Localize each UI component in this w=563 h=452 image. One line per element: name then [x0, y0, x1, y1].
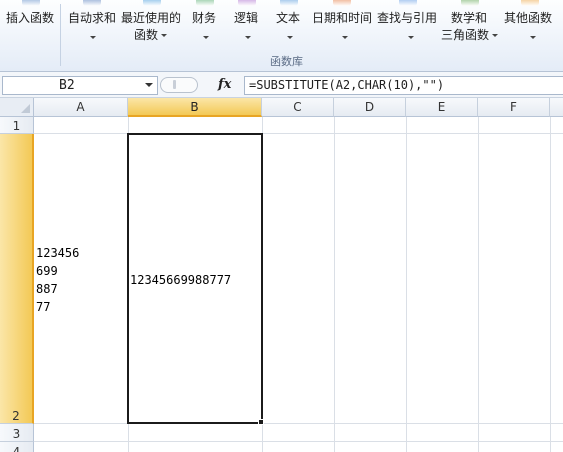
row-header-3[interactable]: 3	[0, 424, 34, 442]
gridline	[478, 117, 479, 452]
date-time-label: 日期和时间	[312, 11, 373, 25]
chevron-down-icon	[408, 36, 414, 39]
autosum-label: 自动求和	[68, 11, 117, 25]
gridline	[406, 117, 407, 452]
name-box[interactable]: B2	[2, 76, 158, 95]
formula-bar-controls: fx	[160, 76, 242, 95]
ribbon-formulas: 插入函数 自动求和 最近使用的 函数 财务 逻辑 文本 日期和时间 查找与引用	[0, 0, 563, 72]
cell-a2[interactable]: 123456 699 887 77	[36, 244, 79, 316]
insert-function-fx-icon[interactable]: fx	[218, 76, 231, 94]
row-header-3-label: 3	[12, 427, 21, 441]
resize-handle[interactable]	[160, 77, 198, 93]
fill-handle[interactable]	[258, 419, 264, 425]
book-icon	[143, 0, 161, 6]
chevron-down-icon	[530, 36, 536, 39]
chevron-down-icon	[161, 34, 168, 37]
name-box-dropdown-icon[interactable]	[145, 83, 153, 87]
gridline	[34, 133, 563, 134]
name-box-value: B2	[59, 78, 75, 93]
math-trig-label: 数学和	[451, 11, 488, 25]
text-label: 文本	[276, 11, 301, 25]
column-header-f[interactable]: F	[478, 98, 550, 117]
chevron-down-icon	[492, 34, 499, 37]
more-functions-book-icon	[521, 0, 539, 6]
row-header-1[interactable]: 1	[0, 117, 34, 134]
insert-function-icon	[22, 0, 40, 6]
gridline	[34, 423, 563, 424]
column-header-a[interactable]: A	[34, 98, 128, 117]
chevron-down-icon	[203, 36, 209, 39]
formula-bar: B2 fx =SUBSTITUTE(A2,CHAR(10),"")	[0, 72, 563, 98]
logical-book-icon	[238, 0, 256, 6]
logical-label: 逻辑	[234, 11, 259, 25]
date-time-book-icon	[333, 0, 351, 6]
group-label-function-library: 函数库	[270, 55, 303, 68]
row-header-4[interactable]: 4	[0, 442, 34, 452]
text-book-icon	[280, 0, 298, 6]
lookup-book-icon	[399, 0, 417, 6]
math-book-icon	[461, 0, 479, 6]
column-header-g-partial[interactable]	[550, 98, 563, 117]
math-trig-label-2: 三角函数	[441, 27, 499, 43]
gridline	[334, 117, 335, 452]
column-header-e[interactable]: E	[406, 98, 478, 117]
more-functions-label: 其他函数	[504, 11, 553, 25]
row-header-4-label: 4	[12, 445, 21, 452]
row-header-2[interactable]: 2	[0, 134, 34, 424]
formula-input[interactable]: =SUBSTITUTE(A2,CHAR(10),"")	[244, 76, 563, 95]
column-header-c[interactable]: C	[262, 98, 334, 117]
column-header-d[interactable]: D	[334, 98, 406, 117]
gridline	[34, 441, 563, 442]
recently-used-label-2-text: 函数	[134, 28, 159, 42]
sigma-icon	[83, 0, 101, 6]
financial-label: 财务	[192, 11, 217, 25]
active-cell-border	[127, 133, 263, 424]
math-trig-label-2-text: 三角函数	[441, 28, 490, 42]
chevron-down-icon	[342, 36, 348, 39]
chevron-down-icon	[245, 36, 251, 39]
chevron-down-icon	[90, 36, 96, 39]
row-header-1-label: 1	[12, 119, 21, 133]
column-header-b[interactable]: B	[128, 98, 262, 117]
lookup-reference-label: 查找与引用	[377, 11, 438, 25]
recently-used-label: 最近使用的	[121, 11, 182, 25]
recently-used-label-2: 函数	[134, 27, 168, 43]
select-all-button[interactable]	[0, 98, 34, 117]
row-header-2-label: 2	[12, 409, 20, 423]
gridline	[550, 117, 551, 452]
insert-function-label: 插入函数	[6, 11, 55, 25]
financial-book-icon	[196, 0, 214, 6]
chevron-down-icon	[287, 36, 293, 39]
